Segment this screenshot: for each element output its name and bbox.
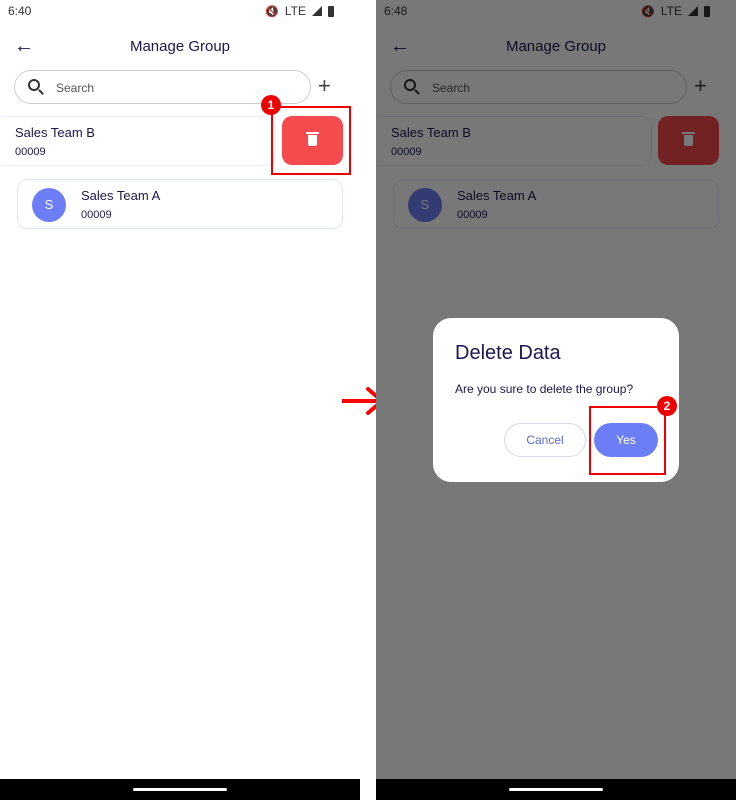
group-name: Sales Team B xyxy=(15,125,95,140)
group-code: 00009 xyxy=(15,146,46,158)
cancel-button[interactable]: Cancel xyxy=(504,423,586,457)
dialog-message: Are you sure to delete the group? xyxy=(455,382,634,396)
avatar: S xyxy=(32,188,66,222)
step-badge: 2 xyxy=(657,396,677,416)
search-icon xyxy=(28,79,40,91)
group-name: Sales Team A xyxy=(81,188,161,203)
signal-icon xyxy=(312,6,322,16)
highlight-box xyxy=(589,406,666,475)
search-placeholder: Search xyxy=(56,81,95,95)
status-bar: 6:40 🔇 LTE xyxy=(0,0,360,22)
list-item-group[interactable]: Sales Team B 00009 xyxy=(0,116,276,166)
battery-icon xyxy=(328,5,334,17)
highlight-box xyxy=(271,106,351,175)
app-bar: ← Manage Group xyxy=(0,30,360,62)
add-group-button[interactable]: + xyxy=(318,74,331,98)
group-code: 00009 xyxy=(81,209,112,221)
system-nav-bar xyxy=(0,779,360,800)
page-title: Manage Group xyxy=(129,38,231,55)
system-nav-bar xyxy=(376,779,736,800)
home-handle[interactable] xyxy=(509,788,603,791)
home-handle[interactable] xyxy=(133,788,227,791)
network-label: LTE xyxy=(284,4,306,18)
dialog-title: Delete Data xyxy=(455,342,561,364)
screen-swipe-to-delete: 6:40 🔇 LTE ← Manage Group Search + Sales… xyxy=(0,0,360,800)
screen-delete-confirm: 6:48 🔇 LTE ← Manage Group Search + Sales… xyxy=(376,0,736,800)
mute-icon: 🔇 xyxy=(265,5,279,18)
step-badge: 1 xyxy=(261,95,281,115)
status-time: 6:40 xyxy=(8,4,32,18)
list-item-group[interactable]: S Sales Team A 00009 xyxy=(17,179,343,229)
